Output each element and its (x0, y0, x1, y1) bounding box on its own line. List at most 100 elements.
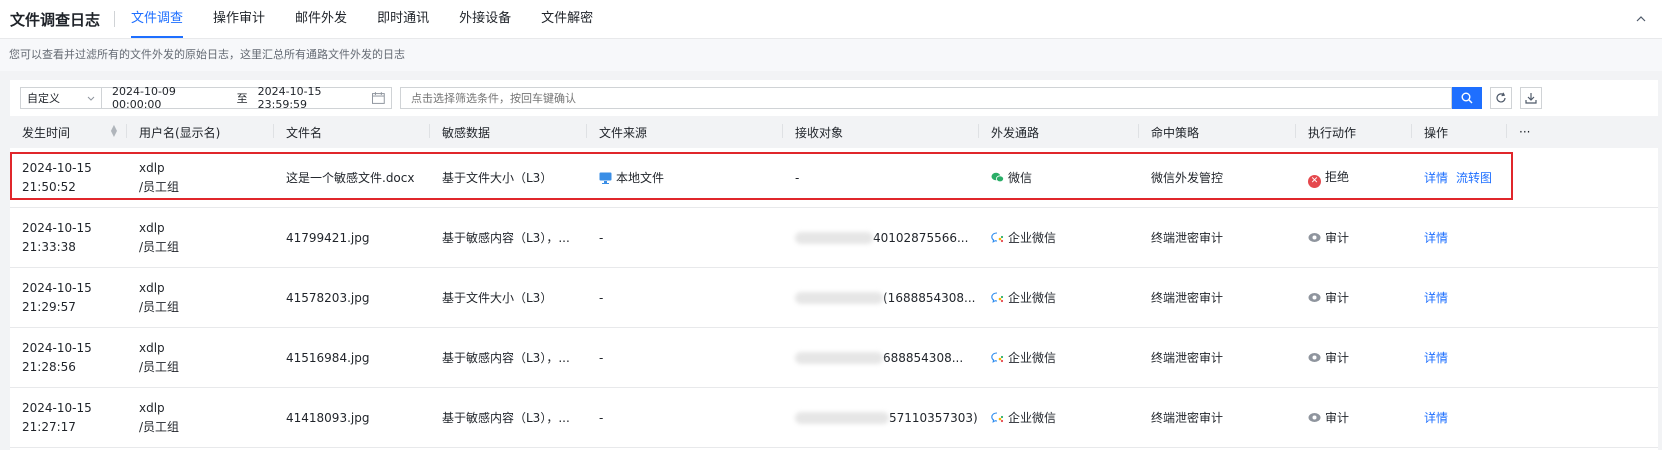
tab-file-investigation[interactable]: 文件调查 (131, 0, 184, 38)
col-sensitive: 敏感数据 (430, 116, 587, 148)
tab-email-outgoing[interactable]: 邮件外发 (295, 0, 347, 38)
wecom-icon (991, 352, 1004, 363)
audit-icon (1308, 353, 1321, 362)
col-time[interactable]: 发生时间 ▲ ▼ (10, 116, 127, 148)
chevron-up-icon (1636, 16, 1646, 22)
filter-bar: 自定义 2024-10-09 00:00:00 至 2024-10-15 23:… (10, 80, 1658, 116)
recipient: (1688854308... (883, 290, 976, 305)
date-range-picker[interactable]: 2024-10-09 00:00:00 至 2024-10-15 23:59:5… (102, 85, 392, 111)
policy: 终端泄密审计 (1139, 327, 1296, 388)
tab-instant-messaging[interactable]: 即时通讯 (377, 0, 429, 38)
col-channel: 外发通路 (979, 116, 1139, 148)
recipient: 40102875566... (873, 230, 969, 245)
redacted-mark (795, 412, 889, 424)
tab-operation-audit[interactable]: 操作审计 (213, 0, 265, 38)
table-header: 发生时间 ▲ ▼ 用户名(显示名) 文件名 敏感数据 文件来源 接收对象 外发通路 … (10, 116, 1658, 148)
end-date: 2024-10-15 23:59:59 (257, 85, 322, 111)
col-recipient: 接收对象 (783, 116, 979, 148)
date-separator: 至 (236, 92, 248, 105)
audit-icon (1308, 413, 1321, 422)
file-source: - (587, 207, 783, 268)
channel: 企业微信 (1008, 231, 1057, 245)
policy: 终端泄密审计 (1139, 207, 1296, 268)
sensitive-data: 基于文件大小（L3） (430, 148, 587, 208)
wecom-icon (991, 232, 1004, 243)
redacted-mark (795, 352, 883, 364)
flow-chart-link[interactable]: 流转图 (1456, 171, 1492, 185)
col-user: 用户名(显示名) (127, 116, 274, 148)
refresh-icon (1496, 92, 1506, 103)
file-source: - (587, 327, 783, 388)
audit-icon (1308, 233, 1321, 242)
file-name: 这是一个敏感文件.docx (274, 148, 430, 208)
table-row: 2024-10-15 21:33:38 xdlp/员工组 41799421.jpg… (10, 207, 1658, 268)
file-name: 41799421.jpg (274, 207, 430, 268)
download-icon (1525, 93, 1537, 104)
details-link[interactable]: 详情 (1424, 231, 1448, 245)
chevron-down-icon (87, 96, 95, 101)
file-name: 41418093.jpg (274, 387, 430, 448)
details-link[interactable]: 详情 (1424, 171, 1448, 185)
recipient: - (783, 148, 979, 208)
details-link[interactable]: 详情 (1424, 411, 1448, 425)
recipient: 688854308... (883, 350, 964, 365)
table-row: 2024-10-15 21:28:56 xdlp/员工组 41516984.jpg… (10, 327, 1658, 388)
download-button[interactable] (1520, 87, 1542, 109)
policy: 微信外发管控 (1139, 148, 1296, 208)
action: 拒绝 (1325, 169, 1350, 184)
start-date: 2024-10-09 00:00:00 (112, 85, 176, 111)
log-table: 发生时间 ▲ ▼ 用户名(显示名) 文件名 敏感数据 文件来源 接收对象 外发通路 … (10, 116, 1658, 448)
file-source: - (587, 267, 783, 328)
wechat-icon (991, 172, 1004, 183)
top-bar: 文件调查日志 文件调查 操作审计 邮件外发 即时通讯 外接设备 文件解密 (0, 0, 1662, 39)
col-source: 文件来源 (587, 116, 783, 148)
redacted-mark (795, 292, 883, 304)
action: 审计 (1325, 411, 1350, 425)
more-icon: ··· (1519, 125, 1531, 139)
file-source: - (587, 387, 783, 448)
policy: 终端泄密审计 (1139, 267, 1296, 328)
collapse-button[interactable] (1632, 10, 1650, 28)
details-link[interactable]: 详情 (1424, 351, 1448, 365)
range-type-value: 自定义 (27, 92, 60, 105)
tab-external-device[interactable]: 外接设备 (459, 0, 511, 38)
search-button[interactable] (1452, 87, 1482, 109)
recipient: 57110357303) (889, 410, 978, 425)
file-source: 本地文件 (616, 171, 665, 185)
audit-icon (1308, 293, 1321, 302)
col-ops: 操作 (1412, 116, 1507, 148)
sort-icon[interactable]: ▲ ▼ (111, 124, 117, 138)
sensitive-data: 基于文件大小（L3） (430, 267, 587, 328)
monitor-icon (599, 172, 612, 184)
file-name: 41516984.jpg (274, 327, 430, 388)
channel: 企业微信 (1008, 351, 1057, 365)
col-action: 执行动作 (1296, 116, 1412, 148)
details-link[interactable]: 详情 (1424, 291, 1448, 305)
col-filename: 文件名 (274, 116, 430, 148)
channel: 企业微信 (1008, 291, 1057, 305)
page-title: 文件调查日志 (10, 10, 101, 29)
policy: 终端泄密审计 (1139, 387, 1296, 448)
filter-search-input[interactable] (400, 87, 1452, 109)
page-description: 您可以查看并过滤所有的文件外发的原始日志，这里汇总所有通路文件外发的日志 (0, 39, 1662, 71)
sensitive-data: 基于敏感内容（L3），... (430, 327, 587, 388)
range-type-select[interactable]: 自定义 (20, 87, 102, 109)
col-policy: 命中策略 (1139, 116, 1296, 148)
action: 审计 (1325, 351, 1350, 365)
reject-icon: ✕ (1308, 174, 1321, 188)
search-icon (1461, 92, 1473, 104)
sensitive-data: 基于敏感内容（L3），... (430, 207, 587, 268)
action: 审计 (1325, 291, 1350, 305)
table-row: 2024-10-15 21:27:17 xdlp/员工组 41418093.jpg… (10, 387, 1658, 448)
tab-file-decrypt[interactable]: 文件解密 (541, 0, 593, 38)
refresh-button[interactable] (1490, 87, 1512, 109)
column-settings-button[interactable]: ··· (1507, 116, 1658, 148)
wecom-icon (991, 292, 1004, 303)
action: 审计 (1325, 231, 1350, 245)
calendar-icon (372, 92, 385, 104)
table-row: 2024-10-15 21:50:52 xdlp/员工组 这是一个敏感文件.doc… (10, 148, 1658, 208)
channel: 企业微信 (1008, 411, 1057, 425)
main-panel: 自定义 2024-10-09 00:00:00 至 2024-10-15 23:… (10, 80, 1658, 450)
title-divider (114, 11, 116, 27)
sensitive-data: 基于敏感内容（L3），... (430, 387, 587, 448)
